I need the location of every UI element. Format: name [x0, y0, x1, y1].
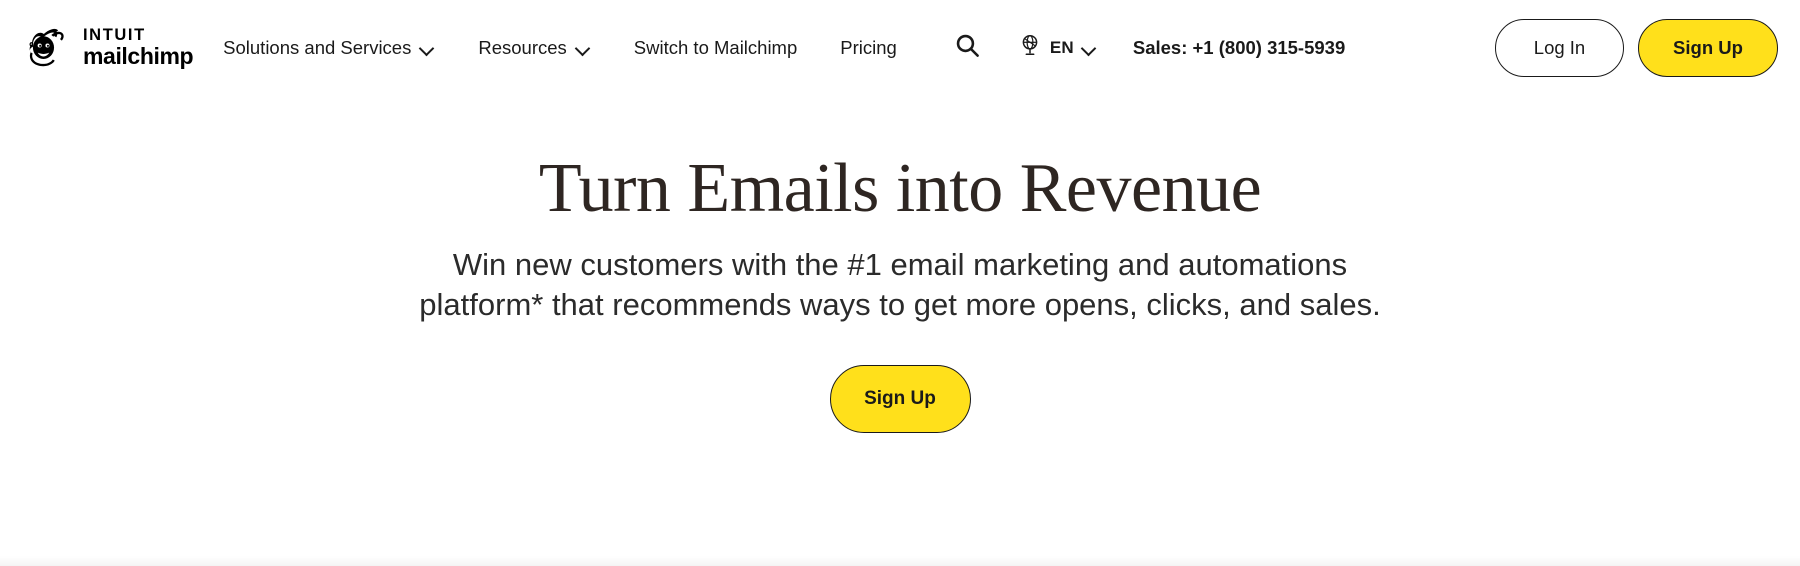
- logo-intuit-text: INTUIT: [83, 25, 146, 44]
- site-header: INTUIT mailchimp Solutions and Services …: [0, 0, 1800, 95]
- page-bottom-fade: [0, 556, 1800, 566]
- sign-up-button-header[interactable]: Sign Up: [1638, 18, 1778, 77]
- nav-label-pricing: Pricing: [840, 36, 897, 58]
- search-icon: [954, 32, 981, 64]
- nav-item-switch-to-mailchimp[interactable]: Switch to Mailchimp: [634, 29, 797, 67]
- globe-icon: [1018, 33, 1042, 62]
- nav-item-solutions-and-services[interactable]: Solutions and Services: [223, 29, 435, 67]
- freddie-chimp-logo-icon: [22, 23, 72, 73]
- nav-item-resources[interactable]: Resources: [478, 29, 590, 67]
- sign-up-button-hero[interactable]: Sign Up: [829, 365, 971, 434]
- logo-wordmark: INTUIT mailchimp: [83, 25, 194, 70]
- nav-item-pricing[interactable]: Pricing: [840, 29, 897, 67]
- chevron-down-icon: [1082, 43, 1097, 52]
- hero-headline: Turn Emails into Revenue: [538, 150, 1262, 227]
- primary-navigation: Solutions and Services Resources Switch …: [223, 28, 1495, 68]
- header-actions: Log In Sign Up: [1495, 18, 1778, 77]
- language-label: EN: [1049, 37, 1074, 57]
- nav-label-switch-to-mailchimp: Switch to Mailchimp: [633, 36, 798, 58]
- language-selector[interactable]: EN: [1018, 33, 1097, 62]
- chevron-down-icon: [420, 43, 435, 52]
- log-in-button[interactable]: Log In: [1495, 18, 1624, 77]
- nav-label-resources: Resources: [478, 36, 567, 58]
- sales-phone-link[interactable]: Sales: +1 (800) 315-5939: [1133, 37, 1345, 59]
- chevron-down-icon: [576, 43, 591, 52]
- hero-section: Turn Emails into Revenue Win new custome…: [0, 95, 1800, 434]
- logo-intuit-mailchimp[interactable]: INTUIT mailchimp: [22, 23, 194, 73]
- logo-mailchimp-text: mailchimp: [83, 43, 194, 70]
- nav-label-solutions-and-services: Solutions and Services: [223, 36, 412, 58]
- hero-subheadline: Win new customers with the #1 email mark…: [419, 247, 1381, 323]
- search-button[interactable]: [948, 28, 988, 68]
